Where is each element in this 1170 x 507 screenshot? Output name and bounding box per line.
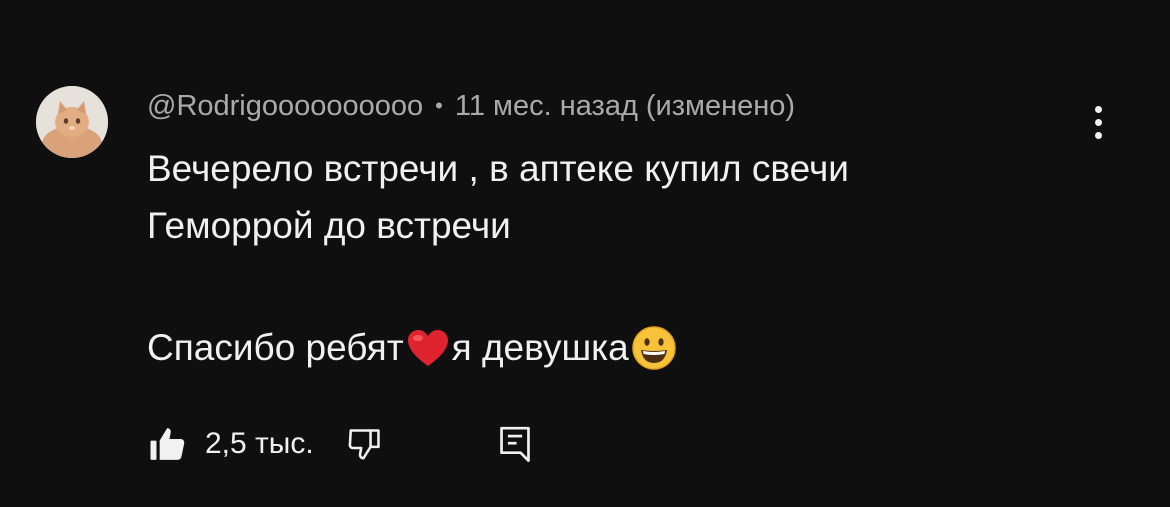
comment-timestamp[interactable]: 11 мес. назад	[455, 90, 638, 123]
comment-line: Вечерело встречи , в аптеке купил свечи	[147, 148, 849, 189]
comment-header: @Rodrigoooooooooo • 11 мес. назад (измен…	[147, 86, 795, 126]
separator-dot: •	[435, 93, 443, 118]
comment-text-part: Спасибо ребят	[147, 327, 404, 368]
reply-button[interactable]	[494, 423, 536, 465]
dislike-button[interactable]	[344, 423, 386, 465]
grinning-face-emoji-icon	[632, 325, 676, 370]
cat-avatar[interactable]	[36, 86, 108, 158]
like-count: 2,5 тыс.	[205, 427, 314, 460]
like-button[interactable]	[147, 423, 189, 465]
thumbs-down-outline-icon	[348, 429, 380, 460]
comment-text-part: я девушка	[451, 327, 629, 368]
red-heart-emoji-icon	[407, 329, 448, 366]
more-vertical-icon-dot	[1094, 105, 1102, 113]
cat-avatar-image	[36, 86, 108, 158]
comment-body: Вечерело встречи , в аптеке купил свечи …	[147, 140, 1107, 376]
more-actions-button[interactable]	[1080, 100, 1116, 144]
more-vertical-icon-dot	[1094, 118, 1102, 126]
more-vertical-icon-dot	[1094, 131, 1102, 139]
reply-comment-icon	[499, 426, 530, 462]
comment-actions: 2,5 тыс.	[147, 420, 536, 468]
comment-line: Геморрой до встречи	[147, 205, 511, 246]
edited-label: (изменено)	[645, 89, 796, 122]
author-name[interactable]: @Rodrigoooooooooo	[147, 90, 423, 123]
comment-line-last: Спасибо ребят я девушка	[147, 319, 1107, 376]
thumbs-up-filled-icon	[150, 428, 185, 460]
comment: @Rodrigoooooooooo • 11 мес. назад (измен…	[0, 0, 1170, 507]
